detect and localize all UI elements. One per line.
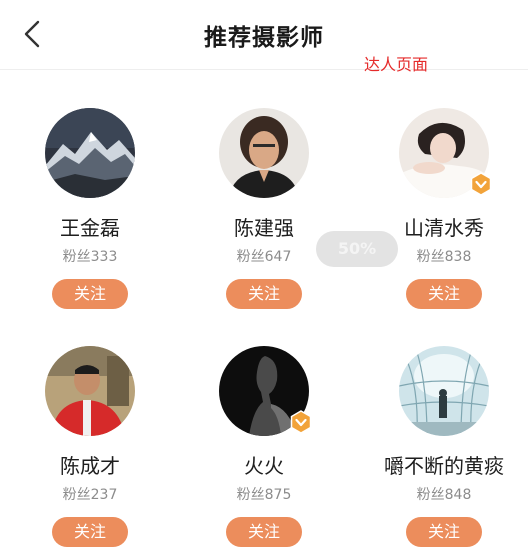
avatar-container[interactable] xyxy=(219,346,312,436)
avatar-container[interactable] xyxy=(45,346,135,436)
photographer-grid: 王金磊 粉丝333 关注 陈建强 粉丝647 关注 山清水秀 粉丝838 关注 … xyxy=(0,70,528,558)
follow-button[interactable]: 关注 xyxy=(52,517,128,547)
verified-badge-icon xyxy=(289,410,313,434)
photographer-card[interactable]: 嚼不断的黄痰 粉丝848 关注 xyxy=(354,308,528,547)
loading-progress-toast: 50% xyxy=(316,231,398,267)
follow-button[interactable]: 关注 xyxy=(406,517,482,547)
photographer-card[interactable]: 陈成才 粉丝237 关注 xyxy=(0,308,180,547)
fans-count: 粉丝848 xyxy=(416,487,472,503)
page-title: 推荐摄影师 xyxy=(204,25,324,51)
fans-count: 粉丝237 xyxy=(62,487,118,503)
snowy-mountain-avatar[interactable] xyxy=(45,108,135,198)
man-red-jacket-avatar[interactable] xyxy=(45,346,135,436)
man-portrait-avatar[interactable] xyxy=(219,108,309,198)
fans-count: 粉丝875 xyxy=(236,487,292,503)
photographer-name[interactable]: 陈成才 xyxy=(0,450,180,479)
photographer-card[interactable]: 王金磊 粉丝333 关注 xyxy=(0,70,180,309)
avatar-container[interactable] xyxy=(399,108,492,198)
architecture-atrium-avatar[interactable] xyxy=(399,346,489,436)
photographer-name[interactable]: 火火 xyxy=(174,450,354,479)
avatar-container[interactable] xyxy=(45,108,135,198)
top-nav-bar: 推荐摄影师 xyxy=(0,0,528,70)
fans-count: 粉丝333 xyxy=(62,249,118,265)
verified-badge-icon xyxy=(469,172,493,196)
follow-button[interactable]: 关注 xyxy=(52,279,128,309)
avatar-container[interactable] xyxy=(399,346,489,436)
follow-button[interactable]: 关注 xyxy=(406,279,482,309)
photographer-name[interactable]: 王金磊 xyxy=(0,212,180,241)
follow-button[interactable]: 关注 xyxy=(226,279,302,309)
photographer-card[interactable]: 火火 粉丝875 关注 xyxy=(174,308,354,547)
follow-button[interactable]: 关注 xyxy=(226,517,302,547)
avatar-container[interactable] xyxy=(219,108,309,198)
photographer-name[interactable]: 嚼不断的黄痰 xyxy=(354,450,528,479)
